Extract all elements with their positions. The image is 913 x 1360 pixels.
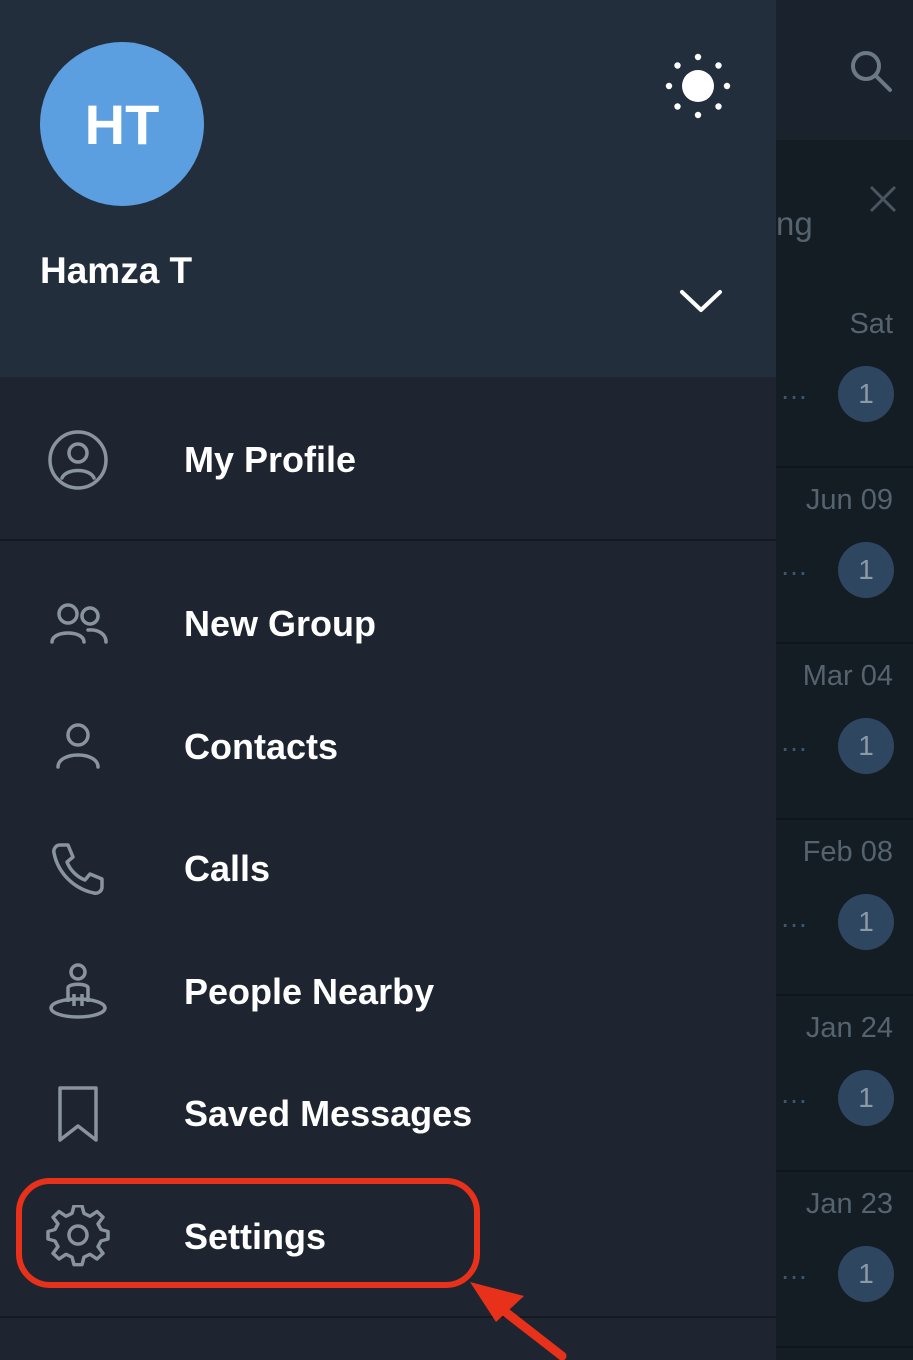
menu-item-saved-messages[interactable]: Saved Messages [0,1058,776,1170]
menu-item-label: Contacts [184,726,339,767]
person-icon [56,723,100,769]
unread-badge: 1 [838,1070,894,1126]
menu-item-label: New Group [184,603,377,644]
chat-row[interactable]: Sat … 1 [776,292,913,468]
menu-item-new-group[interactable]: New Group [0,568,776,680]
unread-badge: 1 [838,894,894,950]
drawer-header: HT Hamza T [0,0,776,377]
ellipsis: … [780,726,809,757]
chat-row[interactable]: Jun 09 … 1 [776,468,913,644]
chat-list-background: ng Sat … 1 Jun 09 … 1 Mar 04 … 1 Feb 08 … [776,0,913,1360]
menu-item-people-nearby[interactable]: People Nearby [0,936,776,1048]
close-icon[interactable] [868,184,898,214]
partial-text: ng [776,205,813,242]
unread-badge: 1 [838,1246,894,1302]
user-circle-icon [48,430,108,490]
menu-item-label: Calls [184,848,271,889]
arrow-icon [470,1282,567,1360]
chat-date: Sat [849,308,893,340]
ellipsis: … [780,1254,809,1285]
navigation-drawer: HT Hamza T My Profile New Group Contacts… [0,0,776,1360]
divider [0,539,776,541]
highlight-box [16,1178,480,1288]
chat-date: Jan 24 [805,1012,893,1044]
ellipsis: … [780,902,809,933]
ellipsis: … [780,374,809,405]
menu-item-label: People Nearby [184,971,435,1012]
chat-date: Jun 09 [805,484,893,516]
unread-badge: 1 [838,366,894,422]
unread-badge: 1 [838,542,894,598]
sun-icon[interactable] [664,52,732,120]
phone-icon [52,843,104,895]
chat-row[interactable]: Feb 08 … 1 [776,820,913,996]
chat-row[interactable]: Jan 24 … 1 [776,996,913,1172]
avatar[interactable]: HT [40,42,204,206]
bookmark-icon [58,1086,98,1142]
chat-date: Feb 08 [802,836,893,868]
menu-item-contacts[interactable]: Contacts [0,691,776,803]
chat-list-header [776,0,913,140]
people-nearby-icon [49,963,107,1019]
menu-item-label: My Profile [184,439,357,480]
chevron-down-icon[interactable] [678,286,724,316]
chat-date: Mar 04 [802,660,893,692]
divider [0,1316,776,1318]
menu-item-calls[interactable]: Calls [0,813,776,925]
ellipsis: … [780,1078,809,1109]
menu-item-label: Saved Messages [184,1093,473,1134]
menu-item-my-profile[interactable]: My Profile [0,404,776,516]
chat-row[interactable]: Jan 23 … 1 [776,1172,913,1348]
group-icon [50,603,108,644]
ellipsis: … [780,550,809,581]
chat-date: Jan 23 [805,1188,893,1220]
user-name: Hamza T [40,250,193,291]
chat-row[interactable]: Mar 04 … 1 [776,644,913,820]
search-icon[interactable] [848,48,894,94]
unread-badge: 1 [838,718,894,774]
